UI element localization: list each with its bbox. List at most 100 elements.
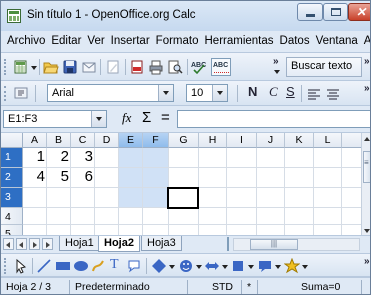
- previous-sheet-button[interactable]: [16, 238, 27, 250]
- vertical-scrollbar[interactable]: [361, 133, 370, 237]
- menu-ventana[interactable]: Ventana: [313, 31, 361, 47]
- print-icon[interactable]: [148, 59, 164, 75]
- cell-a1[interactable]: 1: [23, 148, 45, 165]
- stars-icon[interactable]: [284, 258, 300, 274]
- active-cell-cursor[interactable]: [167, 187, 199, 209]
- sheet-tab-hoja2[interactable]: Hoja2: [98, 236, 140, 252]
- open-icon[interactable]: [43, 59, 59, 75]
- standard-toolbar-overflow[interactable]: »: [273, 56, 279, 67]
- close-button[interactable]: ✕: [348, 3, 370, 21]
- column-header-h[interactable]: H: [199, 133, 227, 148]
- column-header-d[interactable]: D: [95, 133, 119, 148]
- flowchart-icon[interactable]: [230, 258, 246, 274]
- function-icon[interactable]: =: [161, 109, 170, 126]
- basic-shapes-icon[interactable]: [151, 258, 167, 274]
- stars-dropdown[interactable]: [302, 265, 308, 269]
- email-icon[interactable]: [81, 59, 97, 75]
- autospellcheck-button[interactable]: ABC: [211, 58, 231, 76]
- row-header-3[interactable]: 3: [1, 188, 23, 208]
- formula-input[interactable]: [177, 110, 370, 128]
- cell-c1[interactable]: 3: [71, 148, 93, 165]
- symbol-shapes-icon[interactable]: [178, 258, 194, 274]
- export-pdf-icon[interactable]: [129, 59, 145, 75]
- menu-herramientas[interactable]: Herramientas: [202, 31, 277, 47]
- rectangle-icon[interactable]: [55, 258, 71, 274]
- find-toolbar-overflow[interactable]: »: [364, 56, 370, 67]
- column-header-j[interactable]: J: [257, 133, 285, 148]
- tab-split-handle[interactable]: [227, 237, 229, 251]
- minimize-button[interactable]: [297, 3, 323, 21]
- new-icon[interactable]: [13, 59, 29, 75]
- column-header-l[interactable]: L: [314, 133, 342, 148]
- toolbar-grip[interactable]: [4, 258, 7, 274]
- menu-datos[interactable]: Datos: [277, 31, 313, 47]
- bold-button[interactable]: N: [248, 84, 257, 99]
- column-header-b[interactable]: B: [47, 133, 71, 148]
- callout-icon[interactable]: [126, 258, 142, 274]
- toolbar-grip[interactable]: [4, 59, 7, 75]
- symbol-shapes-dropdown[interactable]: [196, 265, 202, 269]
- italic-button[interactable]: C: [269, 84, 278, 100]
- drawing-toolbar-overflow[interactable]: »: [364, 256, 370, 267]
- cell-a2[interactable]: 4: [23, 168, 45, 185]
- scroll-down-icon[interactable]: [364, 229, 370, 233]
- page-preview-icon[interactable]: [167, 59, 183, 75]
- cell-b1[interactable]: 2: [47, 148, 69, 165]
- line-icon[interactable]: [36, 258, 52, 274]
- save-icon[interactable]: [62, 59, 78, 75]
- select-icon[interactable]: [13, 258, 29, 274]
- cell-c2[interactable]: 6: [71, 168, 93, 185]
- name-box[interactable]: E1:F3: [3, 110, 107, 128]
- sheet-tab-hoja1[interactable]: Hoja1: [59, 236, 100, 251]
- underline-button[interactable]: S: [286, 84, 295, 99]
- horizontal-scrollbar[interactable]: |||: [233, 238, 360, 251]
- font-size-dropdown[interactable]: [212, 85, 227, 101]
- vertical-scroll-thumb[interactable]: [363, 151, 370, 183]
- cell-b2[interactable]: 5: [47, 168, 69, 185]
- scroll-up-icon[interactable]: [364, 137, 370, 141]
- menu-formato[interactable]: Formato: [153, 31, 202, 47]
- column-header-i[interactable]: I: [227, 133, 257, 148]
- column-header-c[interactable]: C: [71, 133, 95, 148]
- standard-toolbar-overflow-arrow[interactable]: [274, 70, 280, 74]
- column-header-k[interactable]: K: [285, 133, 314, 148]
- ellipse-icon[interactable]: [73, 258, 89, 274]
- sheet-tab-hoja3[interactable]: Hoja3: [141, 236, 182, 251]
- font-name-combo[interactable]: Arial: [47, 84, 174, 102]
- font-name-dropdown[interactable]: [158, 85, 173, 101]
- menu-editar[interactable]: Editar: [48, 31, 84, 47]
- spreadsheet-grid[interactable]: A B C D E F G H I J K L 1 2 3 4 5 1 2 3 …: [1, 133, 370, 235]
- row-header-2[interactable]: 2: [1, 168, 23, 188]
- callouts-dropdown[interactable]: [275, 265, 281, 269]
- text-tool-icon[interactable]: T: [110, 257, 119, 273]
- maximize-button[interactable]: [323, 3, 348, 21]
- last-sheet-button[interactable]: [42, 238, 53, 250]
- next-sheet-button[interactable]: [29, 238, 40, 250]
- align-center-icon[interactable]: [325, 86, 341, 102]
- formatting-toolbar-overflow[interactable]: »: [364, 83, 370, 94]
- toolbar-grip[interactable]: [4, 86, 7, 101]
- menu-insertar[interactable]: Insertar: [108, 31, 153, 47]
- font-size-combo[interactable]: 10: [186, 84, 228, 102]
- menu-archivo[interactable]: Archivo: [1, 31, 48, 47]
- sum-icon[interactable]: Σ: [142, 109, 151, 126]
- flowchart-dropdown[interactable]: [248, 265, 254, 269]
- callouts-icon[interactable]: [257, 258, 273, 274]
- status-selection-mode[interactable]: STD: [212, 281, 233, 293]
- column-header-m[interactable]: [342, 133, 362, 148]
- freeform-icon[interactable]: [90, 258, 106, 274]
- styles-formatting-icon[interactable]: [13, 85, 29, 101]
- column-header-e[interactable]: E: [119, 133, 143, 148]
- column-header-f[interactable]: F: [143, 133, 169, 148]
- first-sheet-button[interactable]: [3, 238, 14, 250]
- select-all-corner[interactable]: [1, 133, 23, 148]
- column-header-g[interactable]: G: [169, 133, 199, 148]
- column-header-a[interactable]: A: [23, 133, 47, 148]
- block-arrows-icon[interactable]: [204, 258, 220, 274]
- new-dropdown-arrow[interactable]: [31, 66, 37, 70]
- function-wizard-icon[interactable]: fx: [122, 110, 131, 126]
- row-header-1[interactable]: 1: [1, 148, 23, 168]
- basic-shapes-dropdown[interactable]: [169, 265, 175, 269]
- align-left-icon[interactable]: [306, 86, 322, 102]
- name-box-dropdown[interactable]: [91, 111, 106, 127]
